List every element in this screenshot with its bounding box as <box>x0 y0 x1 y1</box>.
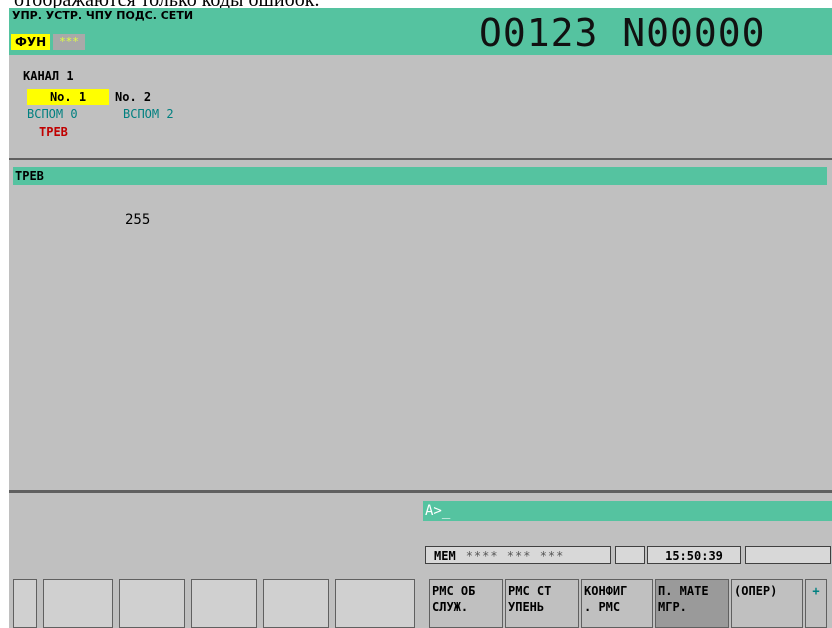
section-bar: ТРЕВ <box>13 167 827 185</box>
mode-status: MEM **** *** *** <box>425 546 611 564</box>
softkey-pmc-level[interactable]: PMC СТ УПЕНЬ <box>505 579 579 628</box>
softkey-param-manager[interactable]: П. МАТЕ МГР. <box>655 579 729 628</box>
channel-tab-1[interactable]: No. 1 <box>27 89 109 105</box>
status-cell-end <box>745 546 831 564</box>
function-badge: ФУН <box>11 34 51 50</box>
softkey-next[interactable]: + <box>805 579 827 628</box>
status-cell <box>615 546 645 564</box>
header-bar: УПР. УСТР. ЧПУ ПОДС. СЕТИ ФУН *** O0123 … <box>9 8 832 55</box>
softkey-pmc-maint[interactable]: PMC ОБ СЛУЖ. <box>429 579 503 628</box>
status-stars: **** *** *** <box>465 549 565 563</box>
alarm-value: 255 <box>125 212 151 228</box>
screen-title: УПР. УСТР. ЧПУ ПОДС. СЕТИ <box>12 9 194 22</box>
key-input-line[interactable]: A>_ <box>423 501 832 521</box>
softkey-left-arrow[interactable] <box>13 579 37 628</box>
softkey-pmc-config[interactable]: КОНФИГ . PMC <box>581 579 653 628</box>
channel-title: КАНАЛ 1 <box>23 69 74 83</box>
softkey-1[interactable] <box>43 579 113 628</box>
channel-panel: КАНАЛ 1 No. 1 No. 2 ВСПОМ 0 ВСПОМ 2 ТРЕВ <box>9 55 832 160</box>
clock: 15:50:39 <box>647 546 741 564</box>
softkey-bar: PMC ОБ СЛУЖ. PMC СТ УПЕНЬ КОНФИГ . PMC П… <box>9 579 832 628</box>
channel-tab-2[interactable]: No. 2 <box>115 89 151 105</box>
mode-label: MEM <box>434 549 456 563</box>
section-title: ТРЕВ <box>15 169 44 183</box>
alarm-label: ТРЕВ <box>39 125 68 139</box>
alarm-panel: ТРЕВ 255 <box>9 160 832 493</box>
aux-label-0: ВСПОМ 0 <box>27 107 78 121</box>
softkey-5[interactable] <box>335 579 415 628</box>
aux-label-2: ВСПОМ 2 <box>123 107 174 121</box>
program-number: O0123 N00000 <box>479 11 766 55</box>
softkey-oper[interactable]: (ОПЕР) <box>731 579 803 628</box>
softkey-4[interactable] <box>263 579 329 628</box>
softkey-3[interactable] <box>191 579 257 628</box>
bottom-panel: A>_ MEM **** *** *** 15:50:39 PMC ОБ СЛУЖ… <box>9 493 832 628</box>
softkey-2[interactable] <box>119 579 185 628</box>
function-stars: *** <box>53 34 85 50</box>
